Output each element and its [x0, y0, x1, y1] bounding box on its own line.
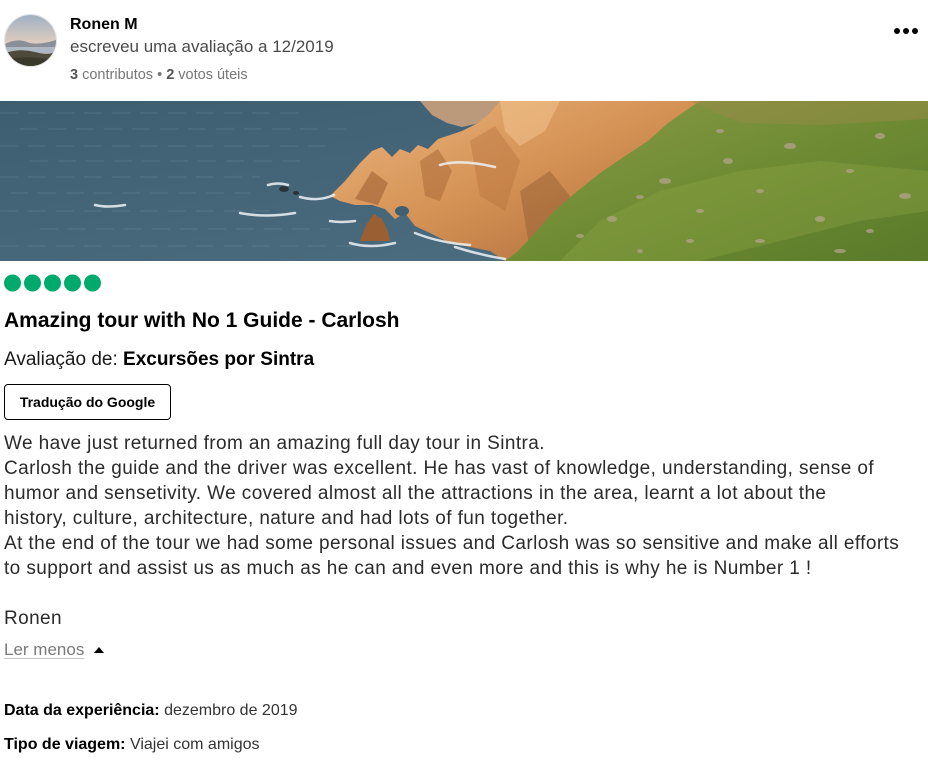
rating-bubbles [4, 274, 101, 292]
review-body-line: We have just returned from an amazing fu… [4, 433, 545, 454]
trip-type-value: Viajei com amigos [129, 736, 260, 753]
review-body-line: At the end of the tour we had some perso… [4, 533, 900, 554]
reviewer-name[interactable]: Ronen M [70, 15, 138, 35]
experience-date-value: dezembro de 2019 [164, 702, 298, 719]
review-body: We have just returned from an amazing fu… [4, 431, 924, 631]
review-title[interactable]: Amazing tour with No 1 Guide - Carlosh [4, 308, 400, 334]
review-photo-image [0, 101, 928, 261]
review-body-line: history, culture, architecture, nature a… [4, 508, 569, 529]
reviewed-item-line: Avaliação de: Excursões por Sintra [4, 348, 314, 372]
review-body-line: humor and sensetivity. We covered almost… [4, 483, 827, 504]
contributions-count: 3 [70, 67, 79, 83]
reviewer-avatar[interactable] [5, 15, 56, 66]
review-signature: Ronen [4, 608, 62, 629]
reviewer-stats: 3 contributos • 2 votos úteis [70, 66, 248, 84]
review-date-line: escreveu uma avaliação a 12/2019 [70, 37, 334, 56]
rating-bubble [84, 274, 101, 292]
more-options-icon[interactable] [891, 24, 921, 38]
read-less-link[interactable]: Ler menos [4, 640, 84, 660]
google-translate-button[interactable]: Tradução do Google [4, 384, 171, 420]
experience-date-label: Data da experiência: [4, 702, 160, 719]
caret-up-icon[interactable] [93, 645, 105, 654]
review-body-line: Carlosh the guide and the driver was exc… [4, 458, 875, 479]
rating-bubble [44, 274, 61, 292]
rating-bubble [64, 274, 81, 292]
trip-type: Tipo de viagem: Viajei com amigos [4, 735, 260, 755]
experience-date: Data da experiência: dezembro de 2019 [4, 701, 298, 721]
avatar-photo [5, 15, 56, 66]
stats-separator: • [157, 67, 163, 83]
rating-bubble [24, 274, 41, 292]
trip-type-label: Tipo de viagem: [4, 736, 126, 753]
rating-bubble [4, 274, 21, 292]
contributions-label: contributos [82, 67, 154, 83]
review-body-spacer [4, 581, 924, 606]
helpful-votes-count: 2 [166, 67, 175, 83]
helpful-votes-label: votos úteis [178, 67, 248, 83]
reviewed-label: Avaliação de: [4, 349, 118, 370]
reviewed-item-link[interactable]: Excursões por Sintra [123, 349, 314, 370]
review-photo[interactable] [0, 101, 928, 261]
review-body-line: to support and assist us as much as he c… [4, 558, 812, 579]
